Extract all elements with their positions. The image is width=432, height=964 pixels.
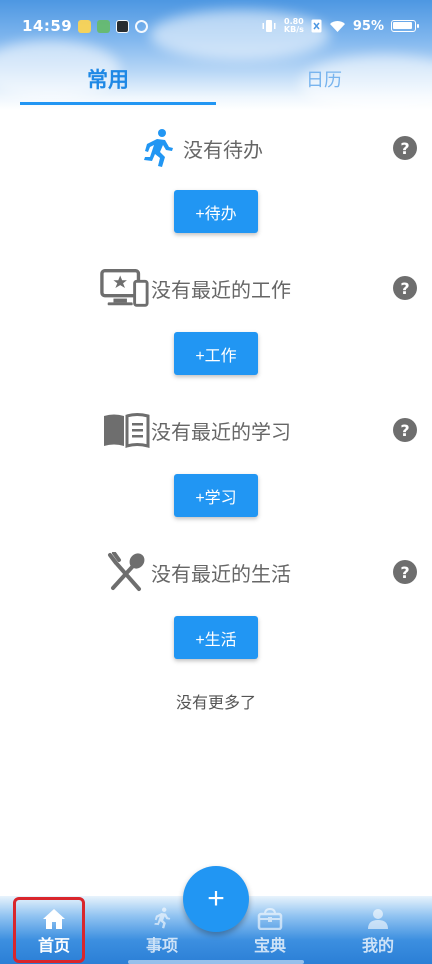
nav-home-label: 首页 bbox=[37, 936, 70, 955]
section-todo-help-icon[interactable]: ? bbox=[393, 136, 417, 160]
nav-treasure-label: 宝典 bbox=[253, 936, 286, 955]
nav-mine[interactable]: 我的 bbox=[324, 896, 432, 964]
nav-items-label: 事项 bbox=[145, 936, 178, 955]
add-work-button[interactable]: +工作 bbox=[174, 332, 258, 375]
tab-common[interactable]: 常用 bbox=[0, 52, 216, 106]
section-work-help-icon[interactable]: ? bbox=[393, 276, 417, 300]
add-fab-button[interactable]: + bbox=[183, 866, 249, 932]
section-life-header: 没有最近的生活 ? bbox=[0, 552, 432, 592]
section-todo-title: 没有待办 bbox=[183, 138, 263, 162]
treasure-box-icon bbox=[257, 908, 283, 930]
section-study-help-icon[interactable]: ? bbox=[393, 418, 417, 442]
tiktok-notification-icon bbox=[116, 19, 130, 33]
battery-percent: 95% bbox=[352, 18, 384, 34]
vibrate-icon bbox=[262, 20, 276, 32]
top-tabs: 常用 日历 bbox=[0, 52, 432, 106]
add-life-button[interactable]: +生活 bbox=[174, 616, 258, 659]
section-study-header: 没有最近的学习 ? bbox=[0, 410, 432, 450]
section-life-help-icon[interactable]: ? bbox=[393, 560, 417, 584]
network-speed: 0.80 KB/s bbox=[283, 17, 304, 34]
section-life-title: 没有最近的生活 bbox=[151, 562, 291, 586]
nav-mine-label: 我的 bbox=[361, 936, 394, 955]
status-bar: 14:59 0.80 KB/s 95% bbox=[0, 0, 432, 52]
tab-calendar[interactable]: 日历 bbox=[216, 52, 432, 106]
sim-off-icon bbox=[311, 19, 322, 33]
battery-icon bbox=[391, 20, 419, 32]
section-work-title: 没有最近的工作 bbox=[151, 278, 291, 302]
active-tab-indicator bbox=[20, 102, 216, 105]
section-study-title: 没有最近的学习 bbox=[151, 420, 291, 444]
add-study-button[interactable]: +学习 bbox=[174, 474, 258, 517]
app-notification-icon bbox=[97, 19, 111, 33]
running-person-icon bbox=[154, 907, 171, 929]
weibo-notification-icon bbox=[78, 19, 92, 33]
work-monitor-icon bbox=[100, 268, 150, 308]
wifi-icon bbox=[329, 20, 345, 32]
no-more-text: 没有更多了 bbox=[175, 693, 256, 712]
book-icon bbox=[101, 410, 151, 450]
gesture-bar bbox=[128, 960, 304, 964]
section-work-header: 没有最近的工作 ? bbox=[0, 268, 432, 308]
fork-spoon-icon bbox=[101, 552, 151, 592]
section-todo-header: 没有待办 ? bbox=[0, 128, 432, 168]
fan-notification-icon bbox=[135, 19, 149, 33]
home-icon bbox=[43, 909, 65, 929]
running-person-icon bbox=[133, 128, 183, 168]
nav-home[interactable]: 首页 bbox=[0, 896, 108, 964]
add-todo-button[interactable]: +待办 bbox=[174, 190, 258, 233]
person-icon bbox=[368, 909, 388, 929]
status-time: 14:59 bbox=[22, 17, 73, 35]
